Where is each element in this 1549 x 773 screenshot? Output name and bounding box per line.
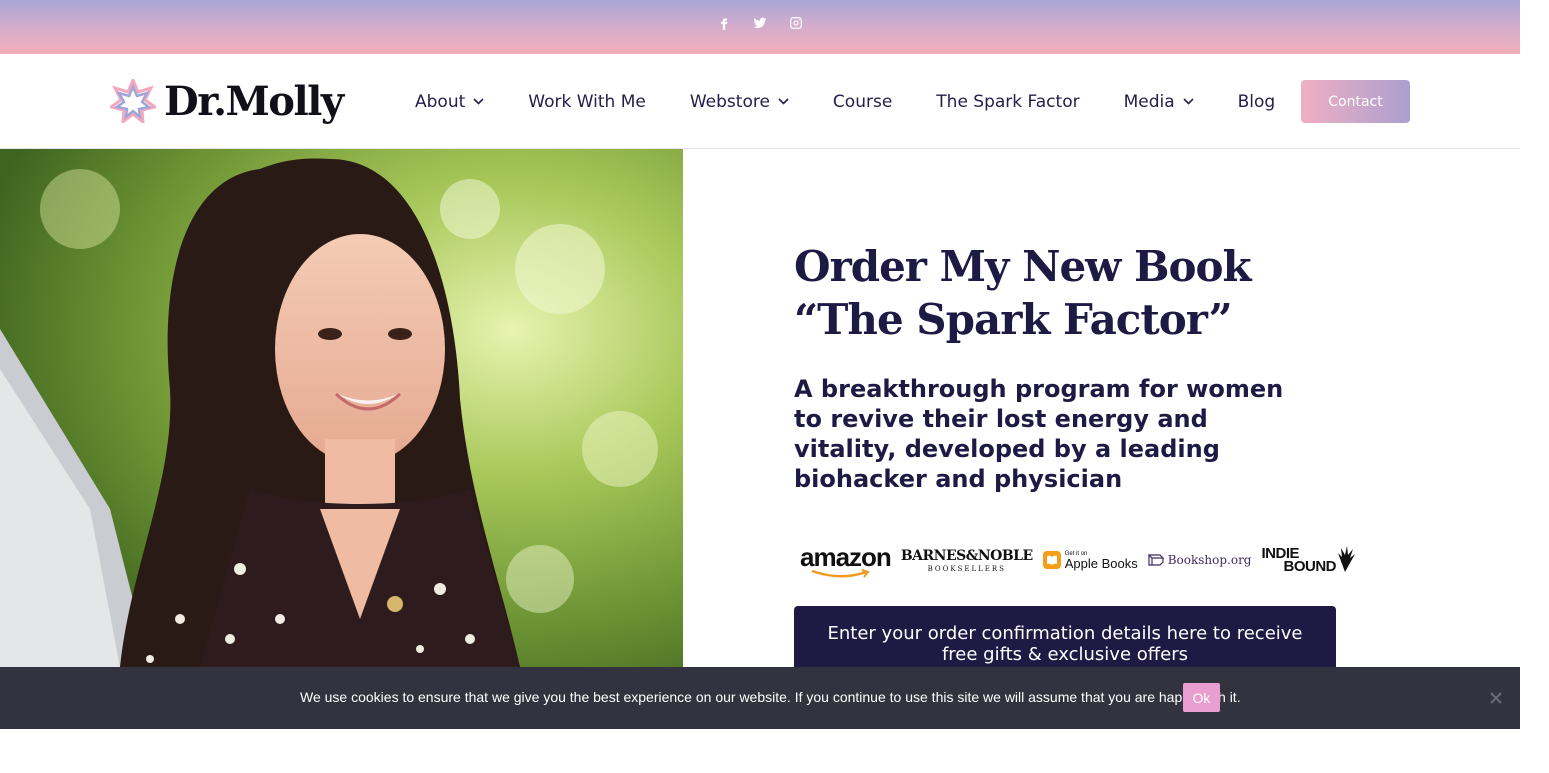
apple-books-icon	[1042, 551, 1061, 569]
cookie-consent-bar: We use cookies to ensure that we give yo…	[0, 667, 1520, 729]
instagram-icon[interactable]	[789, 16, 803, 30]
hero-subtitle: A breakthrough program for women to revi…	[794, 375, 1284, 493]
nav-item-the-spark-factor[interactable]: The Spark Factor	[936, 92, 1079, 112]
nav-item-blog[interactable]: Blog	[1238, 92, 1276, 112]
apple-books-text: Apple Books	[1064, 555, 1138, 571]
nav-label: Media	[1123, 91, 1175, 112]
twitter-icon[interactable]	[753, 16, 767, 30]
nav-label: About	[415, 91, 466, 112]
close-icon[interactable]	[1489, 691, 1503, 705]
site-logo[interactable]: Dr.Molly	[110, 76, 344, 126]
cookie-notice-text: We use cookies to ensure that we give yo…	[300, 689, 1241, 705]
hero-portrait-photo	[0, 149, 683, 667]
chevron-down-icon	[473, 98, 484, 105]
nav-label: Course	[832, 91, 893, 112]
nav-label: Blog	[1237, 91, 1276, 112]
nav-item-about[interactable]: About	[415, 92, 484, 112]
bn-logo-subtext: BOOKSELLERS	[927, 564, 1006, 573]
bookshop-logo-text: Bookshop.org	[1167, 553, 1252, 567]
indie-logo-line2: BOUND	[1283, 558, 1337, 575]
barnes-noble-link[interactable]: BARNES&NOBLE BOOKSELLERS	[901, 548, 1033, 573]
nav-item-webstore[interactable]: Webstore	[690, 92, 789, 112]
nav-label: Webstore	[689, 91, 770, 112]
social-topbar	[0, 0, 1520, 54]
site-header: Dr.Molly About Work With Me Webstore Cou…	[0, 54, 1520, 149]
chevron-down-icon	[778, 98, 789, 105]
hero-title: Order My New Book “The Spark Factor”	[794, 242, 1252, 344]
amazon-link[interactable]: amazon	[800, 542, 892, 579]
contact-button[interactable]: Contact	[1301, 80, 1410, 123]
main-nav: About Work With Me Webstore Course The S…	[415, 54, 1319, 149]
apple-books-link[interactable]: Get it on Apple Books	[1042, 551, 1138, 571]
nav-item-media[interactable]: Media	[1124, 92, 1194, 112]
bookshop-icon	[1147, 554, 1164, 566]
chevron-down-icon	[1183, 98, 1194, 105]
cookie-ok-button[interactable]: Ok	[1183, 683, 1220, 712]
facebook-icon[interactable]	[717, 16, 731, 30]
bn-logo-text: BARNES&NOBLE	[900, 547, 1033, 564]
nav-item-course[interactable]: Course	[833, 92, 892, 112]
retailer-logos: amazon BARNES&NOBLE BOOKSELLERS Get it o…	[800, 540, 1355, 580]
nav-label: Work With Me	[528, 91, 646, 112]
spark-logo-icon	[110, 79, 156, 123]
nav-label: The Spark Factor	[936, 91, 1080, 112]
logo-text: Dr.Molly	[164, 77, 344, 125]
indiebound-wing-icon	[1338, 546, 1355, 572]
amazon-smile-icon	[811, 568, 870, 578]
indiebound-link[interactable]: INDIE BOUND	[1262, 546, 1355, 575]
bookshop-link[interactable]: Bookshop.org	[1147, 553, 1252, 567]
nav-item-work-with-me[interactable]: Work With Me	[528, 92, 646, 112]
